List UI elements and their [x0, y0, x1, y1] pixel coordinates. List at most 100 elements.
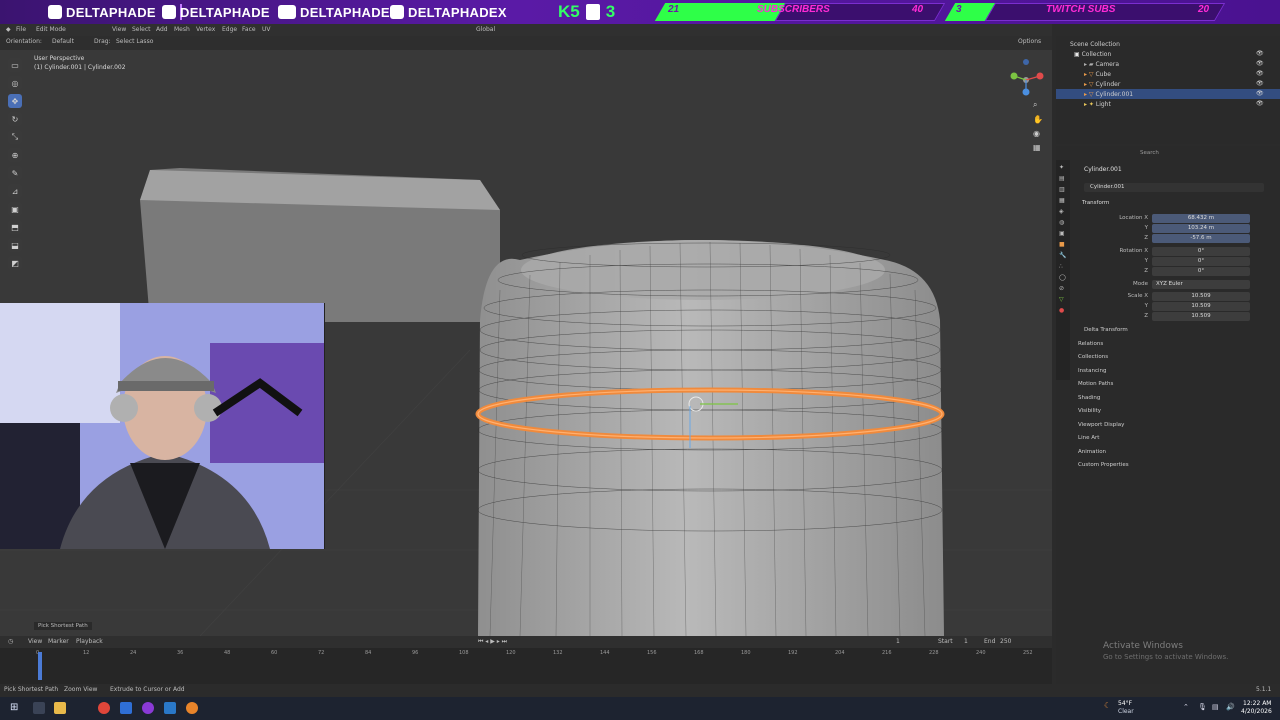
- clock-date[interactable]: 4/20/2026: [1241, 708, 1272, 715]
- constraints-tab-icon[interactable]: ⊘: [1059, 285, 1067, 292]
- weather-icon[interactable]: ☾: [1104, 701, 1111, 710]
- section-viewport-display[interactable]: Viewport Display: [1078, 422, 1129, 436]
- section-collections[interactable]: Collections: [1078, 354, 1129, 368]
- current-frame[interactable]: 1: [896, 638, 900, 645]
- scale-icon[interactable]: ⤡: [8, 130, 22, 144]
- collection-tab-icon[interactable]: ▣: [1059, 230, 1067, 237]
- cylinder-mesh[interactable]: [475, 240, 945, 636]
- obs-icon[interactable]: [142, 702, 154, 714]
- end-frame[interactable]: 250: [1000, 638, 1011, 645]
- bevel-icon[interactable]: ◩: [8, 256, 22, 270]
- outliner-item-camera[interactable]: ▸ ▰ Camera: [1084, 59, 1280, 69]
- timeline-playback-menu[interactable]: Playback: [76, 638, 103, 645]
- start-frame[interactable]: 1: [964, 638, 968, 645]
- windows-start-icon[interactable]: ⊞: [10, 702, 18, 713]
- orientation-select[interactable]: Default: [52, 38, 74, 45]
- section-motion-paths[interactable]: Motion Paths: [1078, 381, 1129, 395]
- menu-vertex[interactable]: Vertex: [196, 26, 215, 33]
- transform-icon[interactable]: ⊕: [8, 148, 22, 162]
- section-instancing[interactable]: Instancing: [1078, 368, 1129, 382]
- select-box-icon[interactable]: ▭: [8, 58, 22, 72]
- section-animation[interactable]: Animation: [1078, 449, 1129, 463]
- navigation-gizmo[interactable]: [1004, 58, 1048, 102]
- transform-orientation[interactable]: Global: [476, 26, 495, 33]
- pan-hand-icon[interactable]: ✋: [1033, 115, 1043, 124]
- data-tab-icon[interactable]: ▽: [1059, 296, 1067, 303]
- scale-y-field[interactable]: 10.509: [1152, 302, 1250, 311]
- menu-view[interactable]: View: [112, 26, 126, 33]
- menu-uv[interactable]: UV: [262, 26, 271, 33]
- timeline-editor-icon[interactable]: ◷: [8, 638, 13, 645]
- mic-icon[interactable]: 🎙: [1198, 703, 1207, 711]
- mode-select[interactable]: Edit Mode: [36, 26, 66, 33]
- menu-add[interactable]: Add: [156, 26, 168, 33]
- scale-x-field[interactable]: 10.509: [1152, 292, 1250, 301]
- section-line-art[interactable]: Line Art: [1078, 435, 1129, 449]
- file-explorer-icon[interactable]: [54, 702, 66, 714]
- properties-search[interactable]: Search: [1140, 150, 1159, 156]
- transform-panel-header[interactable]: Transform: [1082, 200, 1109, 206]
- render-tab-icon[interactable]: ▤: [1059, 175, 1067, 182]
- blender-taskbar-icon[interactable]: [186, 702, 198, 714]
- location-y-field[interactable]: 103.24 m: [1152, 224, 1250, 233]
- material-tab-icon[interactable]: ●: [1059, 307, 1067, 314]
- playhead[interactable]: [38, 652, 42, 680]
- measure-icon[interactable]: ⊿: [8, 184, 22, 198]
- object-name-field[interactable]: Cylinder.001: [1084, 183, 1264, 192]
- object-tab-icon[interactable]: ■: [1059, 241, 1067, 248]
- particles-tab-icon[interactable]: ∴: [1059, 263, 1067, 270]
- section-custom-properties[interactable]: Custom Properties: [1078, 462, 1129, 476]
- menu-face[interactable]: Face: [242, 26, 256, 33]
- outliner-item-light[interactable]: ▸ ✦ Light: [1084, 99, 1280, 109]
- rotation-x-field[interactable]: 0°: [1152, 247, 1250, 256]
- location-z-field[interactable]: -57.6 m: [1152, 234, 1250, 243]
- location-x-field[interactable]: 68.432 m: [1152, 214, 1250, 223]
- rotation-y-field[interactable]: 0°: [1152, 257, 1250, 266]
- visibility-toggles[interactable]: 👁 👁 👁 👁 👁 👁: [1256, 49, 1264, 109]
- clock-time[interactable]: 12:22 AM: [1243, 700, 1271, 707]
- outliner-item-cylinder[interactable]: ▸ ▽ Cylinder: [1084, 79, 1280, 89]
- outliner-item-cylinder-001[interactable]: ▸ ▽ Cylinder.001: [1056, 89, 1280, 99]
- scene-collection[interactable]: Scene Collection: [1070, 39, 1270, 49]
- timeline-view-menu[interactable]: View: [28, 638, 42, 645]
- blender-logo-icon[interactable]: ◆: [6, 26, 11, 33]
- outliner-item-cube[interactable]: ▸ ▽ Cube: [1084, 69, 1280, 79]
- rotate-icon[interactable]: ↻: [8, 112, 22, 126]
- section-delta-transform[interactable]: Delta Transform: [1078, 327, 1129, 341]
- playback-controls[interactable]: ⏮ ◂ ▶ ▸ ⏭: [478, 638, 507, 646]
- grid-icon[interactable]: ▦: [1033, 143, 1043, 152]
- add-cube-icon[interactable]: ▣: [8, 202, 22, 216]
- scale-z-field[interactable]: 10.509: [1152, 312, 1250, 321]
- modifier-tab-icon[interactable]: 🔧: [1059, 252, 1067, 259]
- section-visibility[interactable]: Visibility: [1078, 408, 1129, 422]
- network-icon[interactable]: ▤: [1212, 703, 1219, 711]
- cube-mesh[interactable]: [140, 168, 500, 322]
- rotation-mode-select[interactable]: XYZ Euler: [1152, 280, 1250, 289]
- menu-edge[interactable]: Edge: [222, 26, 237, 33]
- camera-view-icon[interactable]: ◉: [1033, 129, 1043, 138]
- last-operator-panel[interactable]: Pick Shortest Path: [34, 622, 92, 630]
- cursor-icon[interactable]: ◎: [8, 76, 22, 90]
- world-tab-icon[interactable]: ◍: [1059, 219, 1067, 226]
- section-relations[interactable]: Relations: [1078, 341, 1129, 355]
- output-tab-icon[interactable]: ▥: [1059, 186, 1067, 193]
- drag-select[interactable]: Select Lasso: [116, 38, 153, 45]
- menu-select[interactable]: Select: [132, 26, 151, 33]
- physics-tab-icon[interactable]: ◯: [1059, 274, 1067, 281]
- move-icon[interactable]: ✥: [8, 94, 22, 108]
- rotation-z-field[interactable]: 0°: [1152, 267, 1250, 276]
- options-button[interactable]: Options: [1018, 38, 1041, 45]
- scene-tab-icon[interactable]: ◈: [1059, 208, 1067, 215]
- tool-tab-icon[interactable]: ✦: [1059, 164, 1067, 171]
- zoom-icon[interactable]: ⌕: [1033, 100, 1043, 110]
- view-layer-tab-icon[interactable]: ▦: [1059, 197, 1067, 204]
- task-view-icon[interactable]: [33, 702, 45, 714]
- annotate-icon[interactable]: ✎: [8, 166, 22, 180]
- volume-icon[interactable]: 🔊: [1226, 703, 1235, 711]
- timeline-marker-menu[interactable]: Marker: [48, 638, 69, 645]
- extrude-icon[interactable]: ⬒: [8, 220, 22, 234]
- menu-file[interactable]: File: [16, 26, 26, 33]
- tray-chevron-icon[interactable]: ⌃: [1183, 703, 1189, 711]
- menu-mesh[interactable]: Mesh: [174, 26, 190, 33]
- vscode-icon[interactable]: [120, 702, 132, 714]
